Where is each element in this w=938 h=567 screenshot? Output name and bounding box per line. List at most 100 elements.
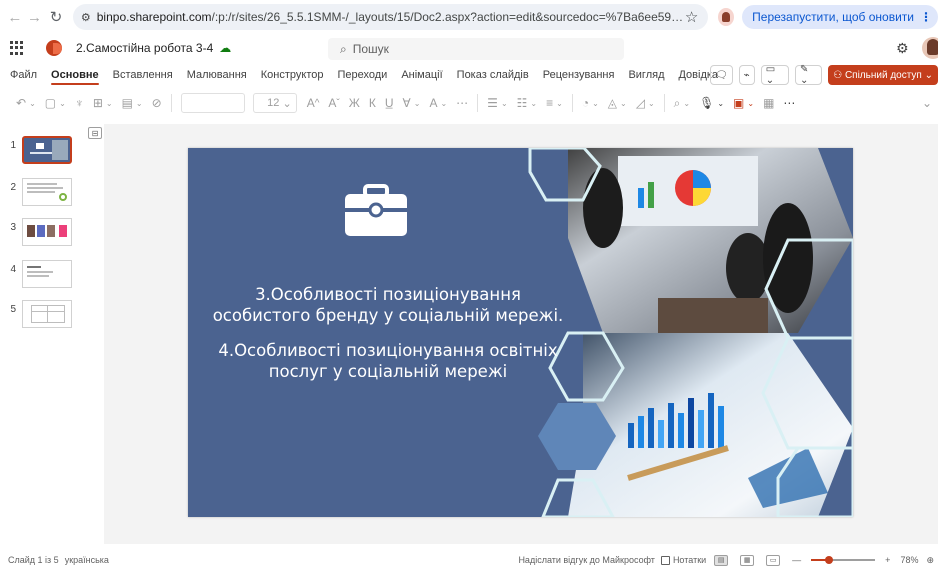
- forward-arrow-icon[interactable]: →: [26, 7, 44, 27]
- zoom-level[interactable]: 78%: [900, 555, 918, 565]
- thumbnail-item[interactable]: 1: [0, 136, 72, 164]
- tab-file[interactable]: Файл: [10, 62, 37, 88]
- feedback-link[interactable]: Надіслати відгук до Майкрософт: [518, 555, 655, 565]
- ribbon-right-group: 🗨 ⌁ ▭ ⌄ ✎ ⌄ ⚇ Спільний доступ ⌄: [710, 64, 938, 86]
- numbering-icon[interactable]: ☷ ⌄: [517, 96, 537, 110]
- slide-heading-4[interactable]: 4.Особливості позиціонування освітніх по…: [188, 340, 588, 382]
- underline-icon[interactable]: U̲: [385, 96, 394, 110]
- url-host: binpo.sharepoint.com: [96, 10, 212, 24]
- more-options-icon[interactable]: ⋯: [783, 96, 795, 110]
- ribbon-tabs: Файл Основне Вставлення Малювання Констр…: [0, 62, 938, 88]
- slide-text-line: 4.Особливості позиціонування освітніх: [218, 341, 558, 360]
- align-icon[interactable]: ≡ ⌄: [546, 96, 563, 110]
- tab-slideshow[interactable]: Показ слайдів: [457, 62, 529, 88]
- editing-mode-icon[interactable]: ✎ ⌄: [794, 64, 823, 86]
- tab-home[interactable]: Основне: [51, 62, 99, 88]
- profile-avatar-icon[interactable]: [718, 8, 735, 26]
- document-title[interactable]: 2.Самостійна робота 3-4: [76, 41, 213, 55]
- comments-icon[interactable]: 🗨: [710, 65, 733, 85]
- tab-animations[interactable]: Анімації: [401, 62, 442, 88]
- tab-transitions[interactable]: Переходи: [337, 62, 387, 88]
- undo-icon[interactable]: ↶ ⌄: [16, 96, 36, 110]
- thumbnail-number: 3: [10, 222, 16, 233]
- thumbnail-item[interactable]: 5: [0, 300, 72, 328]
- share-button[interactable]: ⚇ Спільний доступ ⌄: [828, 65, 938, 85]
- format-painter-icon[interactable]: ♆: [75, 96, 84, 110]
- bold-button[interactable]: Ж: [349, 96, 360, 110]
- font-size-select[interactable]: 12 ⌄: [252, 93, 297, 113]
- tab-view[interactable]: Вигляд: [628, 62, 664, 88]
- present-icon[interactable]: ▭ ⌄: [760, 64, 789, 86]
- fit-to-window-icon[interactable]: ⊕: [926, 555, 934, 566]
- bullets-icon[interactable]: ☰ ⌄: [487, 96, 507, 110]
- site-settings-icon[interactable]: ⚙: [81, 11, 91, 24]
- tab-review[interactable]: Рецензування: [543, 62, 615, 88]
- user-avatar[interactable]: [922, 37, 938, 59]
- more-font-options-button[interactable]: ⋯: [456, 96, 468, 110]
- search-input[interactable]: ⌕ Пошук: [328, 38, 624, 60]
- relaunch-to-update-button[interactable]: Перезапустити, щоб оновити ⋮: [742, 5, 938, 29]
- shape-outline-icon[interactable]: ◿ ⌄: [636, 96, 655, 110]
- grow-font-button[interactable]: A ^: [307, 96, 320, 110]
- zoom-out-icon[interactable]: —: [792, 555, 801, 565]
- tab-insert[interactable]: Вставлення: [113, 62, 173, 88]
- browser-menu-icon[interactable]: ⋮: [920, 10, 932, 24]
- slide-1[interactable]: 3.Особливості позиціонування особистого …: [188, 148, 853, 517]
- font-color-icon[interactable]: A ⌄: [429, 96, 447, 110]
- app-header: 2.Самостійна робота 3-4 ☁ ⌕ Пошук ⚙: [0, 34, 938, 62]
- settings-gear-icon[interactable]: ⚙: [896, 40, 909, 57]
- hide-slide-icon[interactable]: ⊘: [152, 96, 162, 110]
- shapes-icon[interactable]: ◔ ⌄: [582, 96, 599, 110]
- back-arrow-icon[interactable]: ←: [6, 7, 24, 27]
- briefcase-icon: [345, 184, 407, 236]
- slide-text-line: особистого бренду у соціальній мережі.: [212, 306, 564, 325]
- new-slide-icon[interactable]: ⊞ ⌄: [93, 96, 113, 110]
- find-icon[interactable]: ⌕ ⌄: [674, 96, 690, 111]
- slide-text-line: послуг у соціальній мережі: [268, 362, 508, 381]
- designer-icon[interactable]: ▣ ⌄: [733, 96, 754, 110]
- tab-draw[interactable]: Малювання: [187, 62, 247, 88]
- collapse-pane-icon[interactable]: ⊟: [88, 127, 102, 139]
- add-ins-icon[interactable]: ▦: [763, 96, 774, 110]
- dictate-icon[interactable]: 🎙 ⌄: [699, 96, 724, 110]
- tab-design[interactable]: Конструктор: [261, 62, 324, 88]
- notes-label: Нотатки: [672, 555, 707, 565]
- normal-view-icon[interactable]: ▤: [714, 554, 729, 566]
- zoom-in-icon[interactable]: +: [885, 555, 890, 565]
- reload-icon[interactable]: ↻: [47, 7, 65, 27]
- thumbnail-slide-4[interactable]: [22, 260, 72, 288]
- shape-fill-icon[interactable]: ◬ ⌄: [608, 96, 627, 110]
- notes-button[interactable]: Нотатки: [660, 555, 707, 565]
- slide-sorter-icon[interactable]: ▦: [740, 554, 755, 566]
- ribbon-collapse-icon[interactable]: ⌄: [922, 96, 932, 110]
- thumbnail-slide-3[interactable]: [22, 218, 72, 246]
- thumbnail-number: 2: [10, 182, 16, 193]
- bookmark-star-icon[interactable]: ☆: [685, 8, 698, 26]
- thumbnail-item[interactable]: 3: [0, 218, 72, 246]
- paste-icon[interactable]: ▢ ⌄: [45, 96, 66, 110]
- font-family-select[interactable]: [180, 93, 245, 113]
- thumbnail-slide-5[interactable]: [22, 300, 72, 328]
- address-bar[interactable]: ⚙ binpo.sharepoint.com /:p:/r/sites/26_5…: [72, 4, 709, 30]
- thumbnail-slide-2[interactable]: [22, 178, 72, 206]
- status-bar: Слайд 1 із 5 українська Надіслати відгук…: [0, 553, 938, 567]
- home-toolbar: ↶ ⌄ ▢ ⌄ ♆ ⊞ ⌄ ▤ ⌄ ⊘ 12 ⌄ A ^ Aˇ Ж К U̲ ∀ ⌄ A ⌄ …: [0, 88, 938, 118]
- zoom-slider[interactable]: [811, 556, 876, 564]
- thumbnail-number: 1: [10, 140, 16, 151]
- thumbnail-item[interactable]: 4: [0, 260, 72, 288]
- share-label: Спільний доступ: [844, 69, 922, 81]
- zoom-slider-handle[interactable]: [825, 556, 834, 564]
- shrink-font-button[interactable]: Aˇ: [328, 96, 339, 110]
- thumbnail-item[interactable]: 2: [0, 178, 72, 206]
- catch-up-icon[interactable]: ⌁: [738, 65, 755, 85]
- saved-cloud-icon[interactable]: ☁: [219, 41, 231, 55]
- thumbnail-slide-1[interactable]: [22, 136, 72, 164]
- reading-view-icon[interactable]: ▭: [766, 554, 781, 566]
- shrink-font-label: A: [328, 96, 337, 110]
- highlight-icon[interactable]: ∀ ⌄: [403, 96, 421, 110]
- app-launcher-icon[interactable]: [10, 41, 24, 55]
- layout-icon[interactable]: ▤ ⌄: [122, 96, 143, 110]
- language-indicator[interactable]: українська: [65, 555, 109, 565]
- italic-button[interactable]: К: [369, 96, 376, 110]
- slide-heading-3[interactable]: 3.Особливості позиціонування особистого …: [188, 284, 588, 326]
